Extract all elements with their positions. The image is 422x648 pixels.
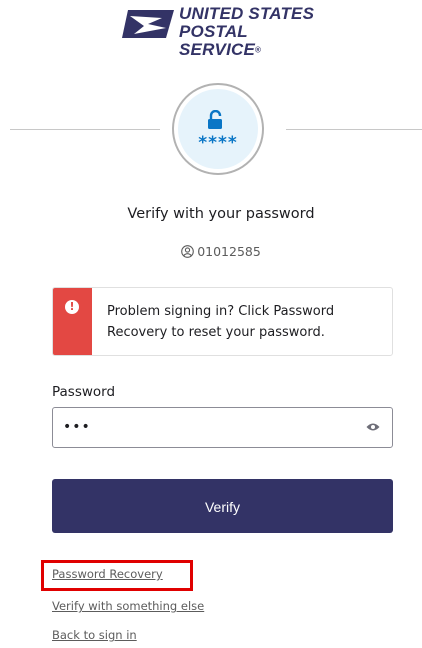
factor-icon-circle: **** <box>172 83 264 175</box>
logo-line-2: POSTAL SERVICE <box>179 22 256 59</box>
show-password-eye-icon[interactable] <box>366 422 380 432</box>
password-input[interactable]: ••• <box>52 407 393 448</box>
divider-right <box>286 129 422 130</box>
divider-left <box>10 129 160 130</box>
username: 01012585 <box>197 244 261 259</box>
usps-logo: UNITED STATES POSTAL SERVICE® <box>122 4 322 59</box>
verify-with-something-else-link[interactable]: Verify with something else <box>52 599 204 613</box>
error-alert: ! Problem signing in? Click Password Rec… <box>52 287 393 356</box>
masked-password-glyph: **** <box>198 133 238 153</box>
error-icon: ! <box>65 300 79 314</box>
unlock-icon <box>208 110 222 129</box>
highlight-box <box>41 560 193 591</box>
back-to-sign-in-link[interactable]: Back to sign in <box>52 628 137 642</box>
alert-message: Problem signing in? Click Password Recov… <box>107 304 335 340</box>
logo-wordmark: UNITED STATES POSTAL SERVICE® <box>179 5 322 60</box>
factor-icon-inner: **** <box>178 89 258 169</box>
page-title: Verify with your password <box>127 206 315 222</box>
username-row: 01012585 <box>0 244 422 259</box>
password-value: ••• <box>63 419 91 435</box>
registered-mark: ® <box>255 45 262 55</box>
eagle-logo-icon <box>122 10 174 38</box>
password-label: Password <box>52 384 116 400</box>
logo-line-1: UNITED STATES <box>179 4 315 23</box>
user-icon <box>181 245 195 258</box>
alert-accent-bar: ! <box>53 288 92 355</box>
verify-button[interactable]: Verify <box>52 479 393 533</box>
